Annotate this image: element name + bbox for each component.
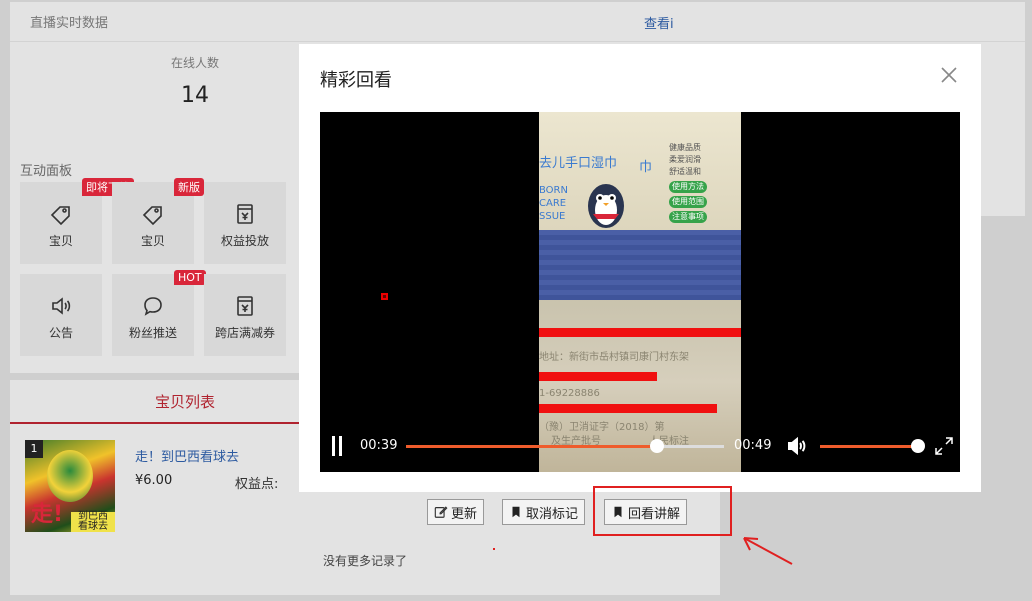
volume-fill [820, 445, 918, 448]
item-index: 1 [25, 440, 43, 458]
unmark-button[interactable]: 取消标记 [502, 499, 586, 525]
tile-label: 粉丝推送 [128, 326, 177, 340]
badge-hot: HOT [174, 270, 206, 285]
item-thumbnail: 1 走! 到巴西 看球去 [25, 440, 115, 532]
highlight-box [593, 486, 732, 536]
view-details-link[interactable]: 查看i [644, 13, 674, 32]
replay-modal: 精彩回看 去儿手口湿巾 BORN CARE SSUE 健康品质 柔爱润滑 舒适温… [299, 44, 981, 492]
progress-handle[interactable] [650, 439, 665, 453]
player-controls: 00:39 00:49 [320, 428, 960, 472]
volume-icon[interactable] [785, 434, 809, 458]
tile-label: 宝贝 [48, 234, 73, 248]
volume-handle[interactable] [911, 439, 925, 453]
interaction-panel-title: 互动面板 [20, 164, 73, 179]
modal-title: 精彩回看 [320, 70, 392, 91]
bookmark-icon [512, 506, 520, 518]
unmark-button-label: 取消标记 [526, 506, 579, 522]
update-button[interactable]: 更新 [427, 499, 485, 525]
speaker-icon [52, 297, 71, 315]
progress-bar[interactable] [406, 445, 724, 448]
volume-bar[interactable] [820, 445, 918, 448]
thumbnail-face [47, 450, 93, 502]
tile-benefit-delivery[interactable]: 权益投放 [204, 182, 286, 264]
package-title: 去儿手口湿巾 [539, 156, 618, 171]
package-checklist: 健康品质 柔爱润滑 舒适温和 使用方法 使用范围 注意事项 [669, 142, 707, 223]
tag-icon [50, 206, 70, 226]
tile-label: 宝贝 [140, 234, 165, 248]
red-dot-mark [493, 548, 495, 550]
arrow-annotation-icon [743, 537, 793, 565]
no-more-records: 没有更多记录了 [322, 554, 407, 568]
online-count-value: 14 [181, 83, 209, 108]
tile-label: 公告 [48, 326, 73, 340]
online-count-card: 在线人数 14 [120, 54, 270, 108]
tile-label: 权益投放 [220, 234, 269, 248]
progress-fill [406, 445, 658, 448]
item-points-label: 权益点: [235, 477, 279, 492]
tag-icon [142, 206, 162, 226]
live-stats-header: 直播实时数据 [10, 2, 1025, 42]
current-time: 00:39 [360, 438, 398, 453]
close-icon[interactable] [940, 66, 958, 84]
tile-announcement[interactable]: 公告 [20, 274, 102, 356]
item-price: ¥6.00 [135, 473, 173, 488]
package-band [539, 230, 741, 300]
penguin-mascot-icon [588, 184, 624, 228]
tile-label: 跨店满减券 [214, 326, 275, 340]
tile-cross-store-coupon[interactable]: 跨店满减券 [204, 274, 286, 356]
duration-time: 00:49 [734, 438, 772, 453]
tile-item-new[interactable]: 宝贝 新版 [112, 178, 204, 264]
coupon-box-icon [237, 296, 253, 316]
chat-bubble-icon [144, 297, 162, 316]
update-button-label: 更新 [451, 506, 478, 522]
video-player[interactable]: 去儿手口湿巾 BORN CARE SSUE 健康品质 柔爱润滑 舒适温和 使用方… [320, 112, 960, 472]
package-subtitle: BORN CARE SSUE [539, 185, 568, 222]
online-count-label: 在线人数 [170, 56, 219, 70]
item-title[interactable]: 走！到巴西看球去 [135, 446, 239, 465]
fullscreen-icon[interactable] [934, 436, 954, 456]
video-frame: 去儿手口湿巾 BORN CARE SSUE 健康品质 柔爱润滑 舒适温和 使用方… [539, 112, 741, 472]
coupon-box-icon [237, 204, 253, 224]
tile-item-old[interactable]: 宝贝 即将下线 [20, 178, 134, 264]
red-marker [381, 293, 388, 300]
badge-new: 新版 [174, 178, 204, 196]
tile-fan-push[interactable]: 粉丝推送 HOT [112, 270, 206, 356]
edit-icon [434, 506, 448, 518]
pause-icon[interactable] [330, 436, 344, 456]
